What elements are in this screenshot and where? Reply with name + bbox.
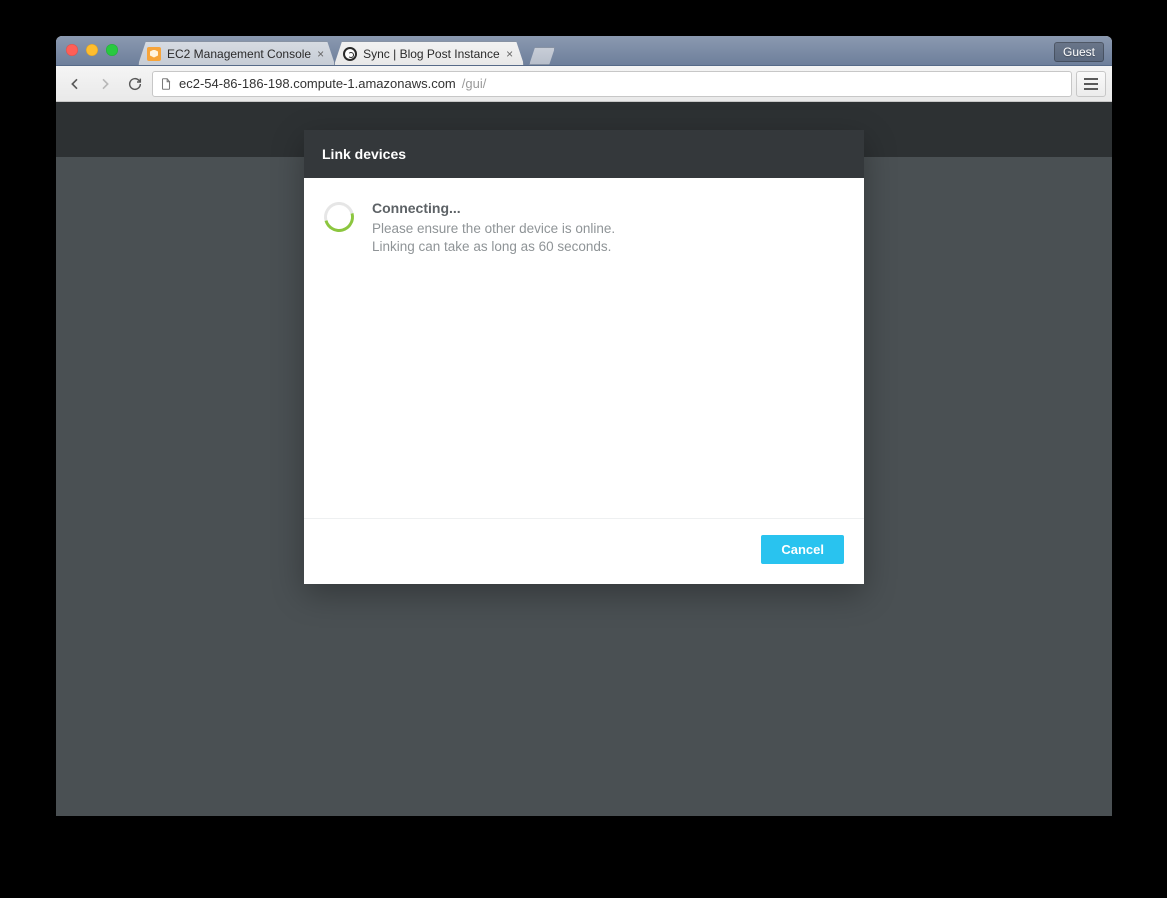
tab-title: Sync | Blog Post Instance [363, 47, 500, 61]
modal-message: Connecting... Please ensure the other de… [372, 200, 615, 256]
close-tab-icon[interactable]: × [506, 48, 513, 60]
hint-line-1: Please ensure the other device is online… [372, 220, 615, 238]
modal-body: Connecting... Please ensure the other de… [304, 178, 864, 518]
tab-strip: EC2 Management Console × Sync | Blog Pos… [138, 36, 555, 65]
browser-window: EC2 Management Console × Sync | Blog Pos… [56, 36, 1112, 816]
modal-title: Link devices [304, 130, 864, 178]
titlebar: EC2 Management Console × Sync | Blog Pos… [56, 36, 1112, 66]
page-icon [159, 77, 173, 91]
hamburger-icon [1084, 78, 1098, 90]
tab-sync[interactable]: Sync | Blog Post Instance × [334, 41, 524, 65]
sync-favicon-icon [343, 47, 357, 61]
new-tab-button[interactable] [529, 47, 555, 65]
forward-button[interactable] [92, 71, 118, 97]
modal-footer: Cancel [304, 518, 864, 584]
profile-guest-badge[interactable]: Guest [1054, 42, 1104, 62]
address-bar[interactable]: ec2-54-86-186-198.compute-1.amazonaws.co… [152, 71, 1072, 97]
aws-favicon-icon [147, 47, 161, 61]
tab-ec2-console[interactable]: EC2 Management Console × [138, 41, 335, 65]
link-devices-modal: Link devices Connecting... Please ensure… [304, 130, 864, 584]
page-viewport: Link devices Connecting... Please ensure… [56, 102, 1112, 816]
hint-line-2: Linking can take as long as 60 seconds. [372, 238, 615, 256]
url-host: ec2-54-86-186-198.compute-1.amazonaws.co… [179, 76, 456, 91]
minimize-window-icon[interactable] [86, 44, 98, 56]
cancel-button[interactable]: Cancel [761, 535, 844, 564]
chrome-menu-button[interactable] [1076, 71, 1106, 97]
connecting-status: Connecting... [372, 200, 615, 216]
loading-spinner-icon [319, 197, 360, 238]
reload-button[interactable] [122, 71, 148, 97]
close-window-icon[interactable] [66, 44, 78, 56]
toolbar: ec2-54-86-186-198.compute-1.amazonaws.co… [56, 66, 1112, 102]
window-controls [66, 44, 118, 56]
close-tab-icon[interactable]: × [317, 48, 324, 60]
back-button[interactable] [62, 71, 88, 97]
zoom-window-icon[interactable] [106, 44, 118, 56]
tab-title: EC2 Management Console [167, 47, 311, 61]
url-path: /gui/ [462, 76, 487, 91]
